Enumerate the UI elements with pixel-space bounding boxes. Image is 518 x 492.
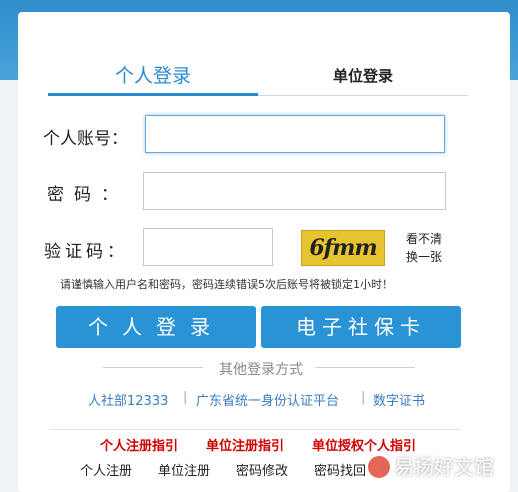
tab-personal-login[interactable]: 个人登录 [48, 60, 258, 96]
alt-login-gd-auth[interactable]: 广东省统一身份认证平台 [196, 390, 339, 409]
link-password-recover[interactable]: 密码找回 [314, 460, 366, 479]
watermark-logo-icon [368, 456, 390, 478]
password-input[interactable] [143, 172, 446, 210]
alt-login-12333[interactable]: 人社部12333 [88, 390, 168, 409]
link-unit-register[interactable]: 单位注册 [158, 460, 210, 479]
captcha-refresh-link[interactable]: 看不清 换一张 [406, 230, 450, 266]
watermark-text: 易扬好文馆 [394, 455, 494, 479]
guide-unit-register[interactable]: 单位注册指引 [206, 435, 284, 454]
account-input[interactable] [145, 115, 445, 153]
refresh-line-2: 换一张 [406, 250, 443, 264]
link-personal-register[interactable]: 个人注册 [80, 460, 132, 479]
alt-login-certificate[interactable]: 数字证书 [373, 390, 425, 409]
login-card: 个人登录 单位登录 个人账号： 密码： 验证码： 6fmm 看不清 换一张 请谨… [18, 12, 510, 492]
other-login-title: 其他登录方式 [219, 362, 303, 378]
footer-divider [50, 429, 460, 430]
captcha-label: 验证码： [44, 242, 128, 262]
divider-right [315, 367, 415, 368]
lockout-notice: 请谨慎输入用户名和密码，密码连续错误5次后账号将被锁定1小时！ [60, 278, 393, 291]
guide-personal-register[interactable]: 个人注册指引 [100, 435, 178, 454]
login-tabs: 个人登录 单位登录 [48, 60, 468, 96]
social-card-button[interactable]: 电子社保卡 [261, 306, 461, 348]
captcha-input[interactable] [143, 228, 273, 266]
link-password-change[interactable]: 密码修改 [236, 460, 288, 479]
refresh-line-1: 看不清 [406, 232, 443, 246]
tab-unit-login[interactable]: 单位登录 [258, 60, 468, 96]
password-label: 密码： [47, 185, 128, 205]
separator: | [361, 390, 366, 405]
captcha-image[interactable]: 6fmm [301, 230, 385, 266]
account-label: 个人账号： [43, 129, 128, 149]
watermark: 易扬好文馆 [368, 451, 494, 480]
divider-left [103, 367, 203, 368]
separator: | [183, 390, 188, 405]
login-button[interactable]: 个人登录 [56, 306, 256, 348]
